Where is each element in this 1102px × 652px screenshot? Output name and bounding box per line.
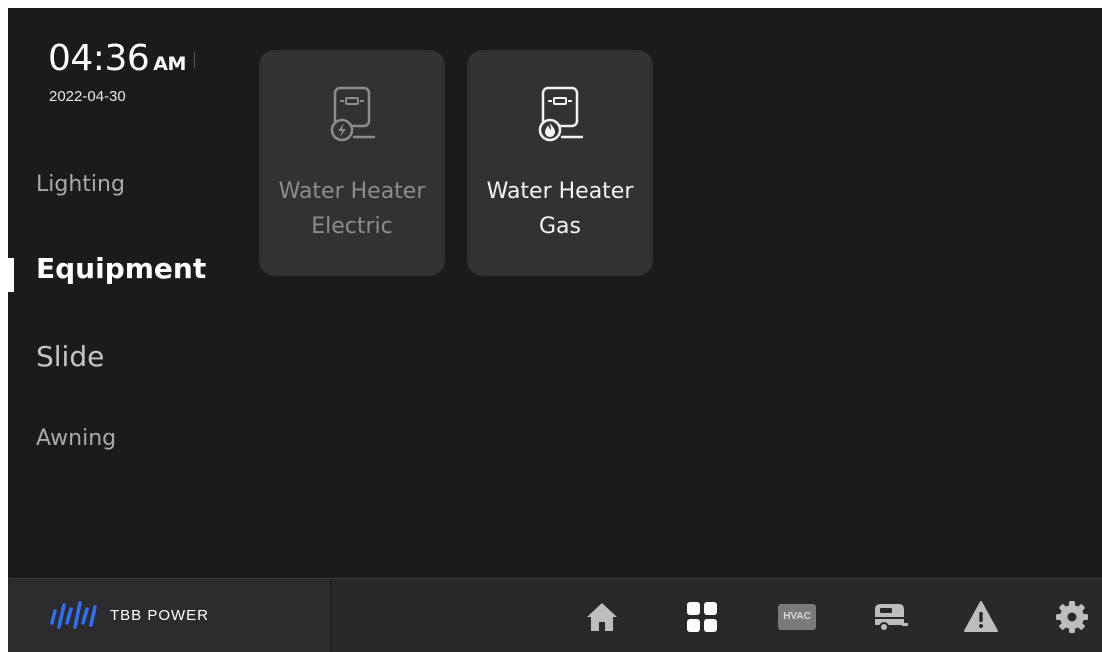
card-label: Water Heater Gas — [467, 174, 653, 244]
device-screen: 04:36 AM 2022-04-30 Lighting Equipment Sl… — [8, 8, 1102, 652]
brand-name: TBB POWER — [110, 607, 210, 624]
card-label-line2: Gas — [539, 214, 581, 239]
rv-trailer-icon — [872, 604, 908, 632]
nav-settings-button[interactable] — [1054, 599, 1090, 635]
nav-rv-button[interactable] — [872, 599, 908, 635]
card-label-line2: Electric — [311, 214, 393, 239]
bottom-bar: TBB POWER HVAC — [8, 578, 1102, 652]
nav-apps-button[interactable] — [684, 599, 720, 635]
nav-alerts-button[interactable] — [963, 599, 999, 635]
clock-date: 2022-04-30 — [49, 88, 126, 105]
sidebar-item-slide[interactable]: Slide — [36, 340, 104, 373]
gear-icon — [1056, 601, 1088, 633]
card-label: Water Heater Electric — [259, 174, 445, 244]
clock: 04:36 AM — [48, 38, 195, 79]
active-indicator — [8, 258, 14, 292]
hvac-icon: HVAC — [778, 604, 816, 630]
tbb-logo-icon — [50, 601, 97, 629]
clock-divider — [193, 52, 195, 68]
card-label-line1: Water Heater — [278, 179, 426, 204]
water-heater-electric-icon — [330, 86, 375, 142]
nav-home-button[interactable] — [584, 599, 620, 635]
sidebar-item-lighting[interactable]: Lighting — [36, 172, 125, 197]
clock-time: 04:36 — [48, 38, 150, 79]
home-icon — [587, 603, 617, 631]
alert-triangle-icon — [964, 601, 998, 632]
sidebar-item-equipment[interactable]: Equipment — [36, 252, 206, 285]
clock-ampm: AM — [153, 53, 186, 75]
sidebar-item-awning[interactable]: Awning — [36, 426, 116, 451]
water-heater-gas-card[interactable]: Water Heater Gas — [467, 50, 653, 276]
card-label-line1: Water Heater — [486, 179, 634, 204]
nav-hvac-button[interactable]: HVAC — [778, 599, 816, 635]
brand-panel: TBB POWER — [8, 579, 331, 652]
water-heater-gas-icon — [538, 86, 583, 142]
water-heater-electric-card[interactable]: Water Heater Electric — [259, 50, 445, 276]
apps-grid-icon — [687, 602, 717, 632]
